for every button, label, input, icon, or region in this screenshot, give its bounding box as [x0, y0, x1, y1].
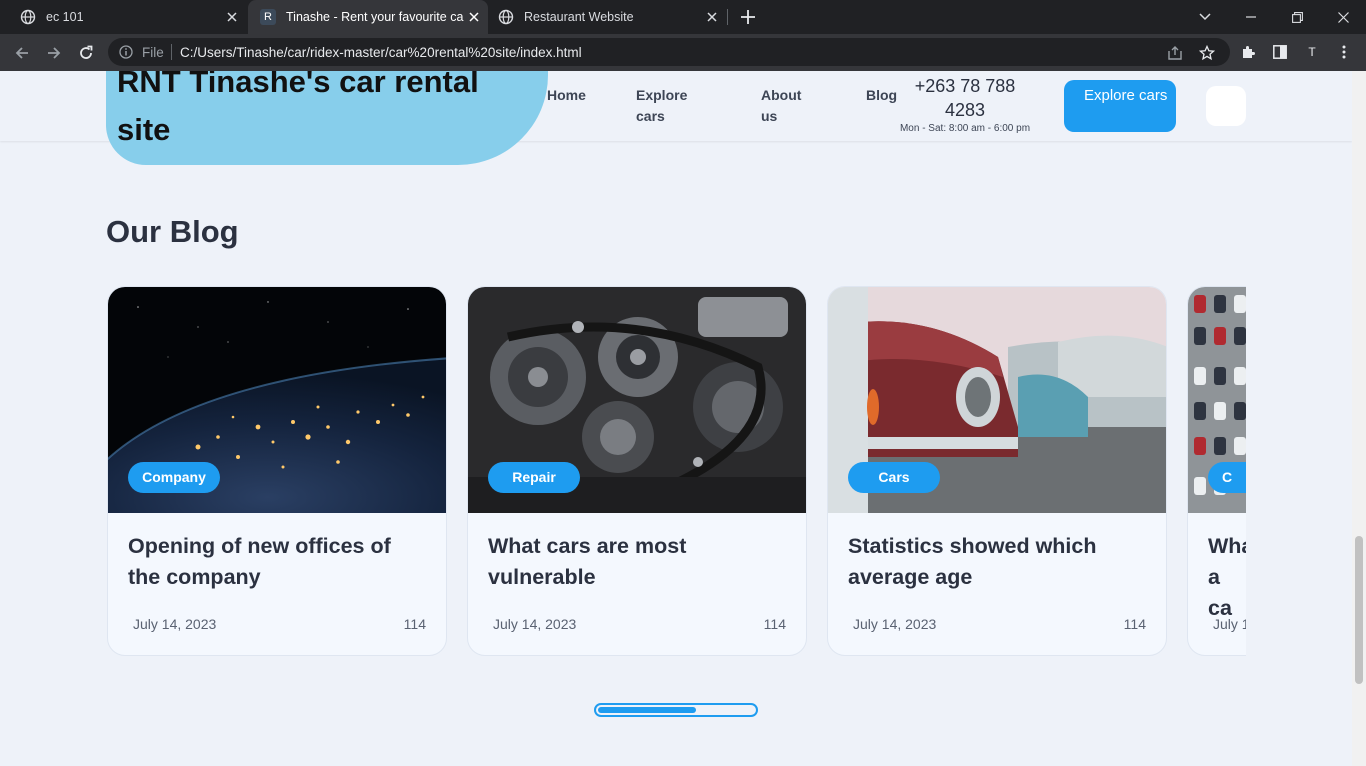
- nav-about-us[interactable]: About us: [761, 85, 811, 127]
- minimize-button[interactable]: [1228, 0, 1274, 34]
- post-title[interactable]: Opening of new offices of the company: [128, 531, 428, 593]
- site-header: RNT Tinashe's car rental site Home Explo…: [0, 71, 1352, 165]
- tab-ec-101[interactable]: ec 101: [0, 0, 246, 34]
- reload-button[interactable]: [73, 40, 99, 66]
- category-badge[interactable]: C: [1208, 462, 1246, 493]
- post-count: 114: [403, 616, 426, 632]
- post-title[interactable]: Statistics showed which average age: [848, 531, 1148, 593]
- phone-number[interactable]: +263 78 788 4283: [900, 74, 1030, 122]
- new-tab-button[interactable]: [736, 5, 760, 29]
- header-icon-button[interactable]: [1206, 86, 1246, 126]
- nav-blog[interactable]: Blog: [866, 85, 897, 106]
- section-title: Our Blog: [106, 214, 239, 249]
- category-badge[interactable]: Cars: [848, 462, 940, 493]
- profile-avatar[interactable]: T: [1302, 42, 1322, 62]
- blog-card[interactable]: C Wha a ca July 1: [1187, 286, 1246, 656]
- post-count: 114: [1123, 616, 1146, 632]
- globe-icon: [498, 9, 514, 25]
- blog-card[interactable]: Cars Statistics showed which average age…: [827, 286, 1167, 656]
- omnibox-divider: [171, 44, 172, 60]
- tab-title: Tinashe - Rent your favourite car: [286, 10, 464, 24]
- tab-title: Restaurant Website: [524, 10, 634, 24]
- address-bar[interactable]: File C:/Users/Tinashe/car/ridex-master/c…: [108, 38, 1230, 66]
- side-panel-icon[interactable]: [1270, 42, 1290, 62]
- tab-search-button[interactable]: [1182, 0, 1228, 34]
- explore-cars-button[interactable]: Explore cars: [1064, 80, 1176, 132]
- tab-restaurant-website[interactable]: Restaurant Website: [488, 0, 726, 34]
- post-date: July 1: [1213, 616, 1246, 632]
- page-scrollbar-thumb[interactable]: [1355, 536, 1363, 684]
- menu-icon[interactable]: [1334, 42, 1354, 62]
- tab-title: ec 101: [46, 10, 84, 24]
- site-logo[interactable]: RNT Tinashe's car rental site: [117, 71, 537, 154]
- carousel-scroll-indicator[interactable]: [594, 703, 758, 717]
- opening-hours: Mon - Sat: 8:00 am - 6:00 pm: [899, 123, 1031, 134]
- browser-toolbar: File C:/Users/Tinashe/car/ridex-master/c…: [0, 34, 1366, 71]
- category-badge[interactable]: Repair: [488, 462, 580, 493]
- back-button[interactable]: [9, 40, 35, 66]
- post-date: July 14, 2023: [853, 616, 937, 632]
- forward-button[interactable]: [41, 40, 67, 66]
- blog-card[interactable]: Company Opening of new offices of the co…: [107, 286, 447, 656]
- close-window-button[interactable]: [1320, 0, 1366, 34]
- carousel-scroll-thumb[interactable]: [598, 707, 696, 713]
- post-title-line: Wha a ca: [1208, 534, 1246, 620]
- close-icon[interactable]: [704, 9, 720, 25]
- page-scrollbar[interactable]: [1352, 71, 1366, 766]
- post-date: July 14, 2023: [133, 616, 217, 632]
- browser-tab-bar: ec 101 R Tinashe - Rent your favourite c…: [0, 0, 1366, 34]
- site-favicon: R: [260, 9, 276, 25]
- tab-divider: [727, 9, 728, 25]
- category-badge[interactable]: Company: [128, 462, 220, 493]
- star-icon[interactable]: [1198, 44, 1216, 62]
- close-icon[interactable]: [466, 9, 482, 25]
- post-title[interactable]: Wha a ca: [1208, 531, 1246, 624]
- url-text[interactable]: C:/Users/Tinashe/car/ridex-master/car%20…: [180, 45, 582, 60]
- extensions-icon[interactable]: [1238, 42, 1258, 62]
- post-date: July 14, 2023: [493, 616, 577, 632]
- share-icon[interactable]: [1166, 44, 1184, 62]
- post-title[interactable]: What cars are most vulnerable: [488, 531, 788, 593]
- close-icon[interactable]: [224, 9, 240, 25]
- globe-icon: [20, 9, 36, 25]
- post-count: 114: [763, 616, 786, 632]
- tab-tinashe[interactable]: R Tinashe - Rent your favourite car: [248, 0, 488, 34]
- scheme-label: File: [142, 45, 164, 60]
- info-icon[interactable]: [118, 44, 134, 60]
- nav-explore-cars[interactable]: Explore cars: [636, 85, 696, 127]
- nav-home[interactable]: Home: [547, 85, 586, 106]
- page-content: RNT Tinashe's car rental site Home Explo…: [0, 71, 1352, 766]
- restore-button[interactable]: [1274, 0, 1320, 34]
- blog-carousel[interactable]: Company Opening of new offices of the co…: [106, 286, 1246, 658]
- blog-card[interactable]: Repair What cars are most vulnerable Jul…: [467, 286, 807, 656]
